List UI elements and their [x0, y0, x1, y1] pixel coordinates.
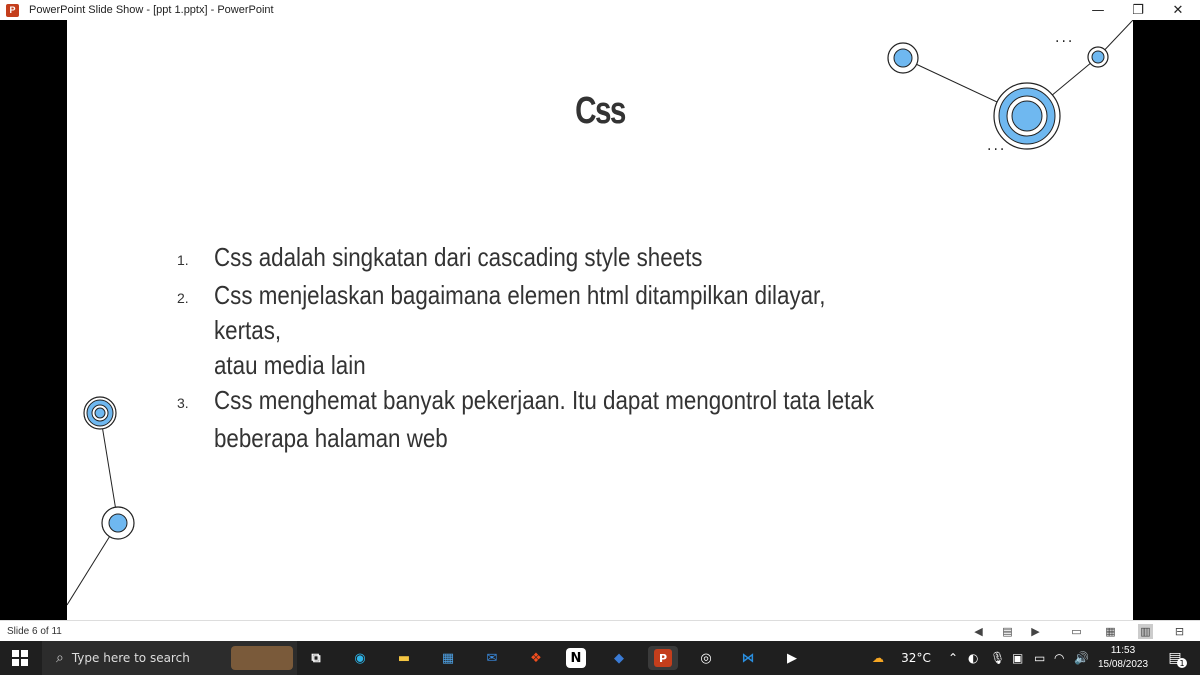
- start-button[interactable]: [8, 646, 32, 670]
- weather-icon[interactable]: ☁: [872, 646, 884, 670]
- slide-title: Css: [575, 90, 626, 132]
- search-highlight-image[interactable]: [231, 646, 293, 670]
- list-item: 3. Css menghemat banyak pekerjaan. Itu d…: [177, 383, 997, 421]
- list-item-number: [177, 421, 214, 456]
- window-titlebar: P PowerPoint Slide Show - [ppt 1.pptx] -…: [0, 0, 1200, 20]
- slide-menu-icon[interactable]: ▤: [1000, 624, 1015, 639]
- close-button[interactable]: ✕: [1158, 0, 1198, 20]
- edge-browser-icon[interactable]: ◉: [347, 646, 373, 670]
- next-slide-icon[interactable]: ▶: [1028, 624, 1043, 639]
- slide-bullet-list: 1. Css adalah singkatan dari cascading s…: [177, 240, 997, 456]
- meet-now-icon[interactable]: ◐: [968, 646, 978, 670]
- mail-icon[interactable]: ✉: [479, 646, 505, 670]
- list-item-continuation: atau media lain: [177, 348, 997, 383]
- windows-taskbar: ⌕ Type here to search ⧉ ◉ ▬ ▦ ✉ ❖ N ◆ P …: [0, 641, 1200, 675]
- list-item-number: 2.: [177, 290, 189, 306]
- clock-time: 11:53: [1110, 645, 1136, 656]
- list-item-text: Css menghemat banyak pekerjaan. Itu dapa…: [214, 385, 875, 415]
- decor-dots: ...: [987, 138, 1007, 154]
- slide-sorter-icon[interactable]: ▦: [1103, 624, 1118, 639]
- notification-count-badge: 1: [1177, 658, 1187, 668]
- file-explorer-icon[interactable]: ▬: [391, 646, 417, 670]
- powerpoint-app-icon: P: [6, 3, 19, 17]
- list-item: 2. Css menjelaskan bagaimana elemen html…: [177, 278, 997, 348]
- list-item-text: Css menjelaskan bagaimana elemen html di…: [214, 280, 826, 345]
- minimize-button[interactable]: —: [1078, 0, 1118, 20]
- window-title: PowerPoint Slide Show - [ppt 1.pptx] - P…: [29, 4, 274, 16]
- show-hidden-icons-icon[interactable]: ⌃: [948, 646, 958, 670]
- slide-canvas[interactable]: ... ... Css 1. Css adalah singkatan dari…: [67, 20, 1133, 620]
- clock-date: 15/08/2023: [1097, 659, 1149, 670]
- normal-view-icon[interactable]: ▭: [1069, 624, 1084, 639]
- obs-studio-icon[interactable]: ◎: [693, 646, 719, 670]
- weather-temperature[interactable]: 32°C: [900, 646, 932, 670]
- microphone-icon[interactable]: 🎙: [990, 646, 1005, 670]
- display-icon[interactable]: ▣: [1012, 646, 1023, 670]
- list-item-text: beberapa halaman web: [214, 423, 448, 453]
- list-item-continuation: beberapa halaman web: [177, 421, 997, 456]
- powerpoint-taskbar-icon[interactable]: P: [648, 646, 678, 670]
- list-item-text: Css adalah singkatan dari cascading styl…: [214, 242, 703, 272]
- task-view-icon[interactable]: ⧉: [303, 646, 329, 670]
- slide-counter: Slide 6 of 11: [7, 625, 62, 637]
- microsoft-store-icon[interactable]: ▦: [435, 646, 461, 670]
- restore-button[interactable]: ❐: [1118, 0, 1158, 20]
- list-item-number: 3.: [177, 395, 189, 411]
- slideshow-statusbar: Slide 6 of 11 ◀ ▤ ▶ ▭ ▦ ▥ ⊟: [0, 620, 1200, 641]
- wifi-icon[interactable]: ◠: [1054, 646, 1064, 670]
- search-icon: ⌕: [56, 650, 64, 666]
- previous-slide-icon[interactable]: ◀: [971, 624, 986, 639]
- list-item-number: 1.: [177, 252, 189, 268]
- slideshow-view-icon[interactable]: ⊟: [1172, 624, 1187, 639]
- decor-dots: ...: [1055, 30, 1075, 46]
- notification-center-button[interactable]: ▤ 1: [1163, 646, 1187, 670]
- copilot-app-icon[interactable]: ◆: [606, 646, 632, 670]
- figma-icon[interactable]: ❖: [523, 646, 549, 670]
- reading-view-icon[interactable]: ▥: [1138, 624, 1153, 639]
- list-item-text: atau media lain: [214, 350, 366, 380]
- list-item-number: [177, 348, 214, 383]
- taskbar-clock[interactable]: 11:53 15/08/2023: [1091, 644, 1155, 672]
- battery-icon[interactable]: ▭: [1034, 646, 1045, 670]
- vscode-icon[interactable]: ⋈: [735, 646, 761, 670]
- notion-icon[interactable]: N: [566, 648, 586, 668]
- list-item: 1. Css adalah singkatan dari cascading s…: [177, 240, 997, 278]
- search-placeholder: Type here to search: [71, 651, 190, 665]
- media-player-icon[interactable]: ▶: [779, 646, 805, 670]
- windows-logo-icon: [12, 650, 28, 666]
- volume-icon[interactable]: 🔊: [1074, 646, 1089, 670]
